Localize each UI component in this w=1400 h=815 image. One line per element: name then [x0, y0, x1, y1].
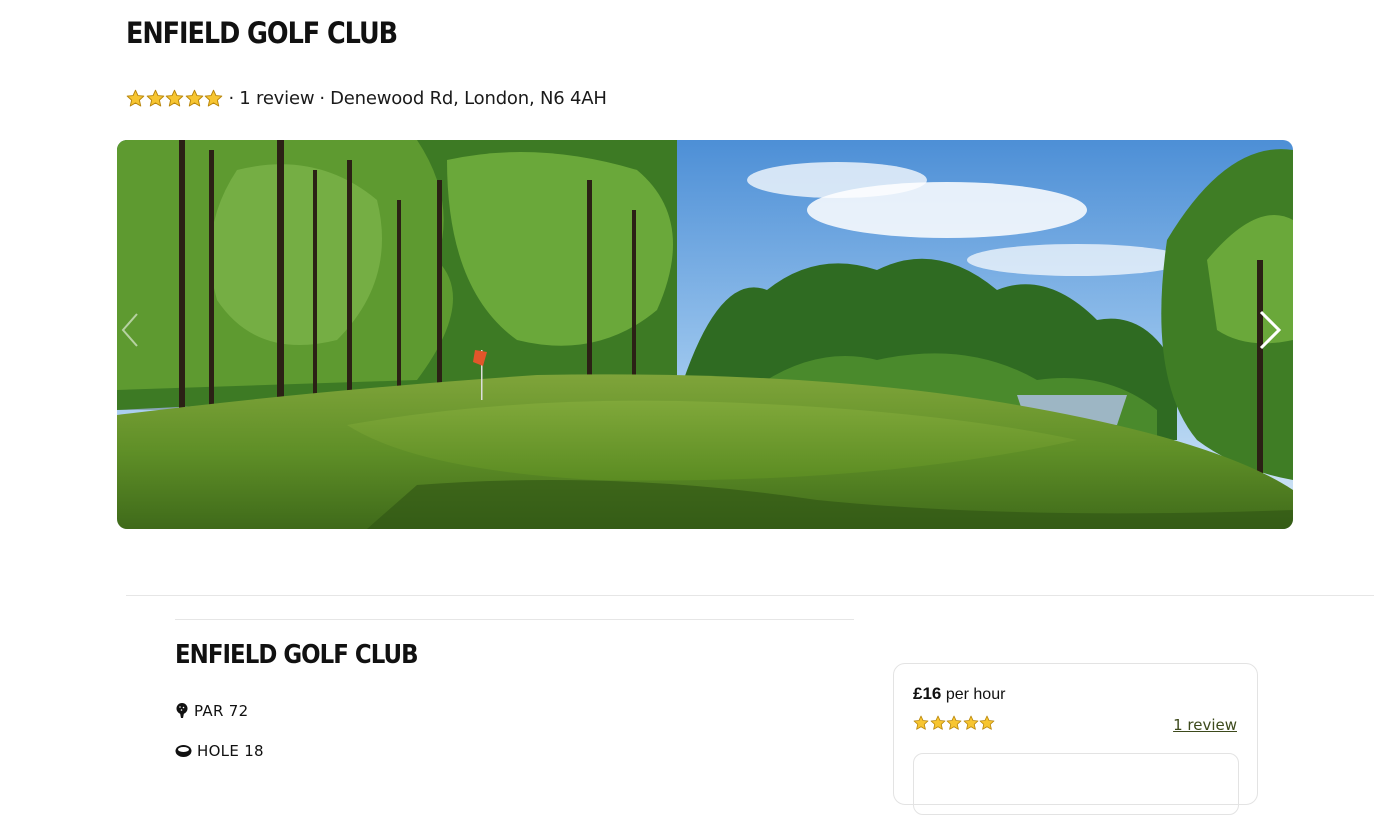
- hole-label: HOLE 18: [197, 742, 264, 760]
- booking-card: £16 per hour 1 review: [893, 663, 1258, 815]
- par-info: PAR 72: [175, 702, 248, 720]
- par-label: PAR 72: [194, 702, 249, 720]
- golf-course-photo: [117, 140, 1293, 529]
- chevron-right-icon: [1259, 310, 1282, 350]
- star-icon: [930, 715, 946, 731]
- booking-input-box[interactable]: [913, 753, 1239, 815]
- review-link[interactable]: 1 review: [1173, 716, 1237, 734]
- star-icon: [913, 715, 929, 731]
- star-icon: [146, 89, 165, 108]
- separator-dot: ·: [319, 87, 326, 109]
- star-icon: [979, 715, 995, 731]
- separator-dot: ·: [228, 87, 235, 109]
- address: Denewood Rd, London, N6 4AH: [330, 87, 607, 109]
- page-title: ENFIELD GOLF CLUB: [126, 16, 398, 50]
- price-row: £16 per hour: [913, 684, 1005, 704]
- rating-address-row: · 1 review · Denewood Rd, London, N6 4AH: [126, 84, 607, 112]
- course-name-heading: ENFIELD GOLF CLUB: [175, 640, 419, 670]
- review-count[interactable]: 1 review: [239, 88, 314, 109]
- golf-hole-icon: [175, 743, 192, 759]
- price-unit: per hour: [945, 686, 1006, 703]
- rating-stars: [126, 89, 224, 108]
- gallery-prev-button[interactable]: [117, 300, 157, 360]
- card-rating-stars: [913, 715, 996, 731]
- golf-tee-icon: [175, 703, 189, 719]
- star-icon: [185, 89, 204, 108]
- gallery-next-button[interactable]: [1249, 300, 1289, 360]
- star-icon: [165, 89, 184, 108]
- star-icon: [963, 715, 979, 731]
- content-divider: [175, 619, 854, 620]
- price-amount: £16: [913, 684, 942, 703]
- photo-gallery[interactable]: [117, 140, 1293, 529]
- star-icon: [946, 715, 962, 731]
- star-icon: [126, 89, 145, 108]
- chevron-left-icon: [121, 313, 138, 347]
- hole-info: HOLE 18: [175, 742, 264, 760]
- section-divider: [126, 595, 1374, 596]
- star-icon: [204, 89, 223, 108]
